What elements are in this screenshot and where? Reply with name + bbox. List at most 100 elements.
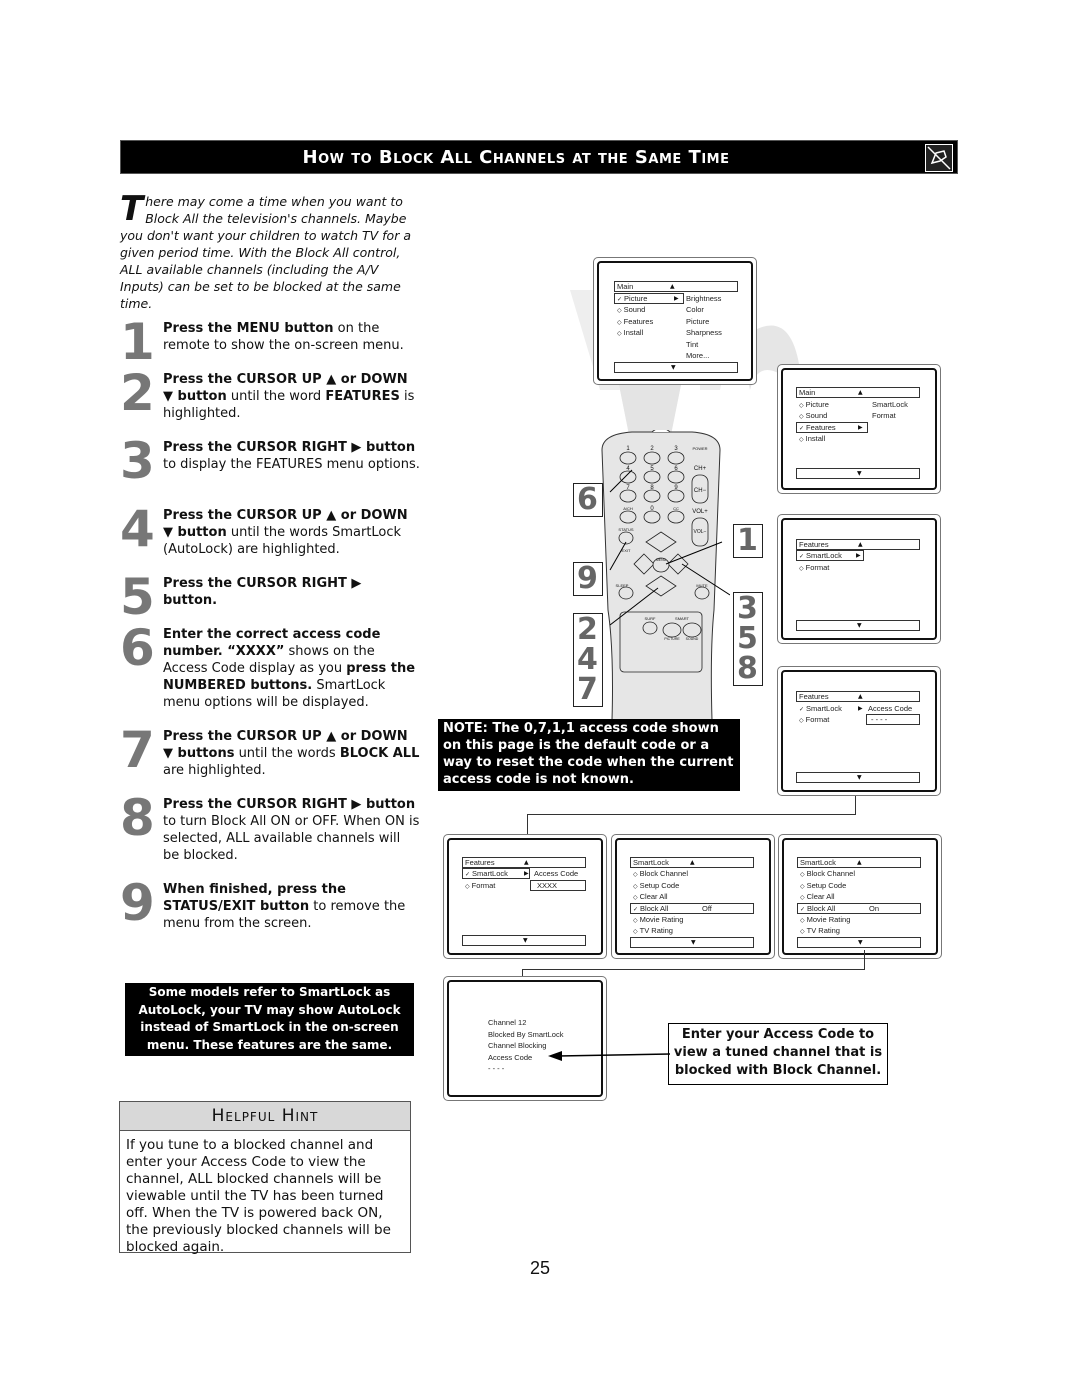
menu-title: Main [799, 388, 816, 397]
remote-key: MENU [656, 558, 667, 562]
tv-screen-main-features: Main ▲ ◇ Picture ◇ Sound ✓ Features ▶ ◇ Inst… [777, 364, 941, 494]
step-2: 2 Press the CURSOR UP ▲ or DOWN ▼ button … [120, 364, 420, 422]
step-text: to display the FEATURES menu options. [163, 457, 420, 472]
step-text: are highlighted. [163, 763, 266, 778]
submenu-item: SmartLock [872, 400, 908, 409]
remote-key: VOL+ [692, 509, 708, 515]
step-3: 3 Press the CURSOR RIGHT ▶ button to disp… [120, 436, 420, 486]
remote-key: SOUND [686, 637, 699, 641]
step-number: 1 [120, 313, 155, 371]
connector-line [527, 814, 856, 815]
arrow-down-icon: ▼ [671, 364, 676, 371]
step-4: 4 Press the CURSOR UP ▲ or DOWN ▼ button … [120, 500, 420, 558]
remote-key: MUTE [696, 583, 708, 588]
menu-title: SmartLock [633, 858, 669, 867]
submenu-item: Format [872, 411, 896, 420]
callout-step-6: 6 [573, 483, 603, 517]
default-access-code-note: NOTE: The 0,7,1,1 access code shown on t… [438, 719, 740, 791]
page-title: How to Block All Channels at the Same Ti… [302, 147, 730, 168]
arrow-down-icon: ▼ [858, 939, 863, 946]
callout-steps-3-5-8: 3 5 8 [733, 592, 763, 686]
smartlock-autolock-note: Some models refer to SmartLock as AutoLo… [125, 983, 414, 1056]
menu-title: Features [465, 858, 495, 867]
intro-paragraph: There may come a time when you want to B… [120, 189, 415, 312]
blocked-line: - - - - [488, 1064, 505, 1073]
section-header: How to Block All Channels at the Same Ti… [120, 140, 958, 174]
tv-screen-block-all-on: SmartLock ▲ ◇ Block Channel ◇ Setup Code ◇… [778, 834, 942, 959]
remote-key: CC [673, 506, 679, 511]
remote-key: CH+ [694, 466, 707, 472]
arrow-up-icon: ▲ [858, 693, 863, 700]
blocked-line: Channel 12 [488, 1018, 527, 1027]
menu-item: ◇ Format [799, 563, 830, 572]
remote-key: EXIT [622, 548, 631, 553]
step-bold: Press the CURSOR RIGHT ▶ button. [163, 576, 362, 608]
remote-key: SURF [645, 616, 656, 621]
hand-pointing-icon [925, 144, 953, 172]
step-bold: BLOCK ALL [339, 746, 420, 761]
callout-steps-2-4-7: 2 4 7 [573, 613, 603, 707]
access-code-label: Access Code [534, 869, 579, 878]
tv-screen-channel-blocked: Channel 12 Blocked By SmartLock Channel … [443, 976, 607, 1101]
remote-key: PICTURE [664, 637, 680, 641]
helpful-hint-box: Helpful Hint If you tune to a blocked ch… [119, 1101, 411, 1255]
arrow-up-icon: ▲ [670, 283, 675, 290]
submenu-item: Tint [686, 340, 699, 349]
step-8: 8 Press the CURSOR RIGHT ▶ button to turn… [120, 789, 420, 864]
menu-item: ◇ Install [799, 434, 826, 443]
step-number: 4 [120, 500, 155, 558]
blocked-line: Channel Blocking [488, 1041, 547, 1050]
tv-screen-features-smartlock: Features ▲ ✓ SmartLock ▶ ◇ Format ▼ [777, 514, 941, 644]
arrow-down-icon: ▼ [857, 622, 862, 629]
step-number: 2 [120, 364, 155, 422]
remote-key: VOL− [694, 529, 707, 535]
arrow-right-icon: ▶ [856, 552, 861, 559]
callout-step-9: 9 [573, 562, 603, 596]
menu-item: ◇ Format [799, 715, 830, 724]
step-number: 5 [120, 568, 155, 626]
submenu-item: Color [686, 305, 704, 314]
step-text: until the words [234, 746, 340, 761]
submenu-item: More... [686, 351, 710, 360]
arrow-down-icon: ▼ [523, 937, 528, 944]
remote-key: SMART [675, 616, 689, 621]
step-bold: Press the CURSOR RIGHT ▶ button [163, 797, 416, 812]
blocked-line: Blocked By SmartLock [488, 1030, 564, 1039]
submenu-item: Picture [686, 317, 710, 326]
drop-cap: T [120, 189, 144, 229]
step-5: 5 Press the CURSOR RIGHT ▶ button. [120, 572, 420, 622]
menu-title: SmartLock [800, 858, 836, 867]
step-bold: FEATURES [325, 389, 400, 404]
blocked-line: Access Code [488, 1053, 533, 1062]
arrow-right-icon: ▶ [858, 705, 863, 712]
arrow-up-icon: ▲ [858, 389, 863, 396]
callout-step-1: 1 [733, 524, 763, 558]
step-text: to turn Block All ON or OFF. When ON is … [163, 814, 420, 863]
menu-title: Features [799, 692, 829, 701]
remote-key: POWER [692, 446, 707, 451]
step-number: 6 [120, 619, 155, 677]
tv-screen-block-all-off: SmartLock ▲ ◇ Block Channel ◇ Setup Code ◇… [611, 834, 775, 959]
arrow-right-icon: ▶ [524, 870, 529, 877]
step-number: 8 [120, 789, 155, 847]
arrow-up-icon: ▲ [690, 859, 695, 866]
pointer-arrow [548, 1051, 670, 1061]
step-text: until the word [226, 389, 326, 404]
access-code-label: Access Code [868, 704, 913, 713]
arrow-up-icon: ▲ [857, 859, 862, 866]
remote-control: 1 2 3 POWER 4 5 6 CH+ 7 8 9 CH− A/CH 0 CCVOL+ STATU… [601, 430, 730, 720]
intro-text: here may come a time when you want to Bl… [120, 194, 411, 311]
step-1: 1 Press the MENU button on the remote to … [120, 317, 420, 367]
access-code-value: XXXX [537, 881, 558, 890]
connector-line [522, 969, 865, 970]
submenu-item: Sharpness [686, 328, 722, 337]
block-all-value: Off [702, 904, 712, 913]
arrow-right-icon: ▶ [674, 295, 679, 302]
access-code-value: - - - - [871, 715, 888, 724]
arrow-down-icon: ▼ [691, 939, 696, 946]
step-number: 3 [120, 432, 155, 490]
tv-screen-access-code-entered: Features ▲ ✓ SmartLock ▶ Access Code XXXX… [443, 834, 607, 959]
remote-key: SLEEP [616, 583, 629, 588]
remote-key: A/CH [623, 506, 633, 511]
block-all-value: On [869, 904, 880, 913]
